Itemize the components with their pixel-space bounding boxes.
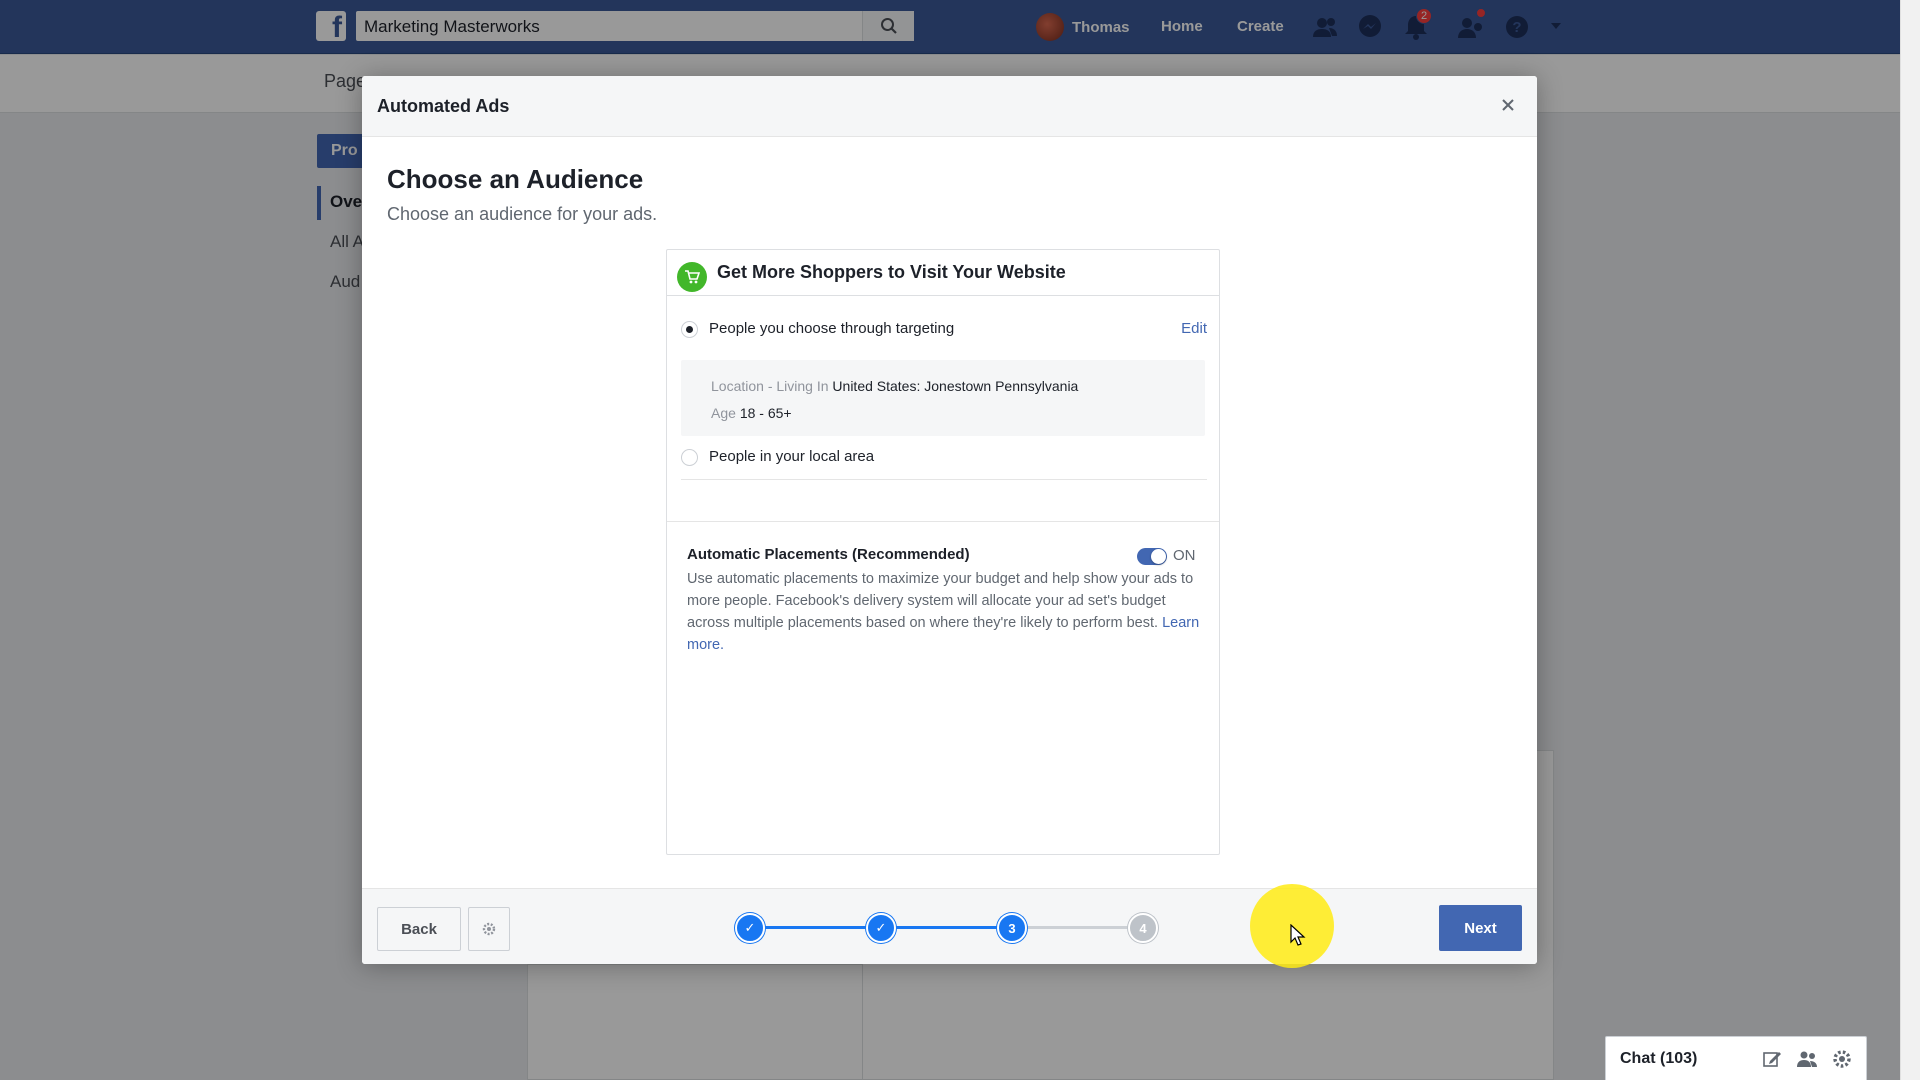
- progress-step-2: ✓: [866, 913, 896, 943]
- mouse-pointer-icon: [1290, 924, 1306, 946]
- next-button[interactable]: Next: [1439, 905, 1522, 951]
- location-key: Location - Living In: [711, 378, 829, 394]
- edit-targeting-link[interactable]: Edit: [1181, 320, 1207, 337]
- targeting-radio[interactable]: [681, 321, 698, 338]
- location-value: United States: Jonestown Pennsylvania: [832, 378, 1079, 394]
- card-title: Get More Shoppers to Visit Your Website: [717, 262, 1066, 282]
- location-line: Location - Living In United States: Jone…: [711, 378, 1078, 394]
- chat-settings-gear-icon[interactable]: [1831, 1048, 1853, 1070]
- chat-bar[interactable]: Chat (103): [1605, 1036, 1867, 1080]
- audience-card: Get More Shoppers to Visit Your Website …: [666, 249, 1220, 855]
- gear-icon: [482, 922, 496, 936]
- placements-description-text: Use automatic placements to maximize you…: [687, 571, 1194, 631]
- age-line: Age 18 - 65+: [711, 405, 792, 421]
- group-chat-icon[interactable]: [1796, 1048, 1818, 1070]
- targeting-option-label: People you choose through targeting: [709, 320, 955, 337]
- back-button[interactable]: Back: [377, 907, 461, 951]
- section-divider: [667, 521, 1219, 522]
- dialog-footer: Back ✓ ✓ 3 4 Next: [362, 888, 1537, 964]
- page-subtitle: Choose an audience for your ads.: [387, 204, 658, 224]
- dialog-header: Automated Ads: [362, 76, 1537, 137]
- targeting-summary: Location - Living In United States: Jone…: [681, 360, 1205, 436]
- close-icon[interactable]: [1497, 94, 1519, 116]
- dialog-body: Choose an Audience Choose an audience fo…: [362, 137, 1537, 888]
- progress-step-1: ✓: [735, 913, 765, 943]
- progress-line-2: [882, 926, 1002, 929]
- age-value: 18 - 65+: [739, 405, 792, 421]
- automatic-placements-title: Automatic Placements (Recommended): [687, 546, 970, 563]
- compose-icon[interactable]: [1761, 1048, 1783, 1070]
- card-header: Get More Shoppers to Visit Your Website: [667, 250, 1219, 296]
- dialog-title: Automated Ads: [377, 96, 510, 116]
- automatic-placements-description: Use automatic placements to maximize you…: [687, 568, 1202, 656]
- settings-button[interactable]: [468, 907, 510, 951]
- progress-step-3: 3: [997, 913, 1027, 943]
- option-divider: [681, 479, 1207, 480]
- page-scrollbar[interactable]: [1900, 0, 1920, 1080]
- automatic-placements-toggle[interactable]: [1137, 548, 1167, 565]
- local-area-radio[interactable]: [681, 449, 698, 466]
- progress-line-1: [752, 926, 872, 929]
- progress-step-4: 4: [1128, 913, 1158, 943]
- page-title: Choose an Audience: [387, 164, 644, 194]
- automated-ads-dialog: Automated Ads Choose an Audience Choose …: [362, 76, 1537, 964]
- age-key: Age: [711, 405, 736, 421]
- local-area-option-label: People in your local area: [709, 448, 875, 465]
- shopping-cart-icon: [677, 262, 707, 292]
- toggle-state-label: ON: [1173, 547, 1196, 564]
- chat-label: Chat (103): [1620, 1050, 1698, 1067]
- progress-line-3: [1012, 926, 1132, 929]
